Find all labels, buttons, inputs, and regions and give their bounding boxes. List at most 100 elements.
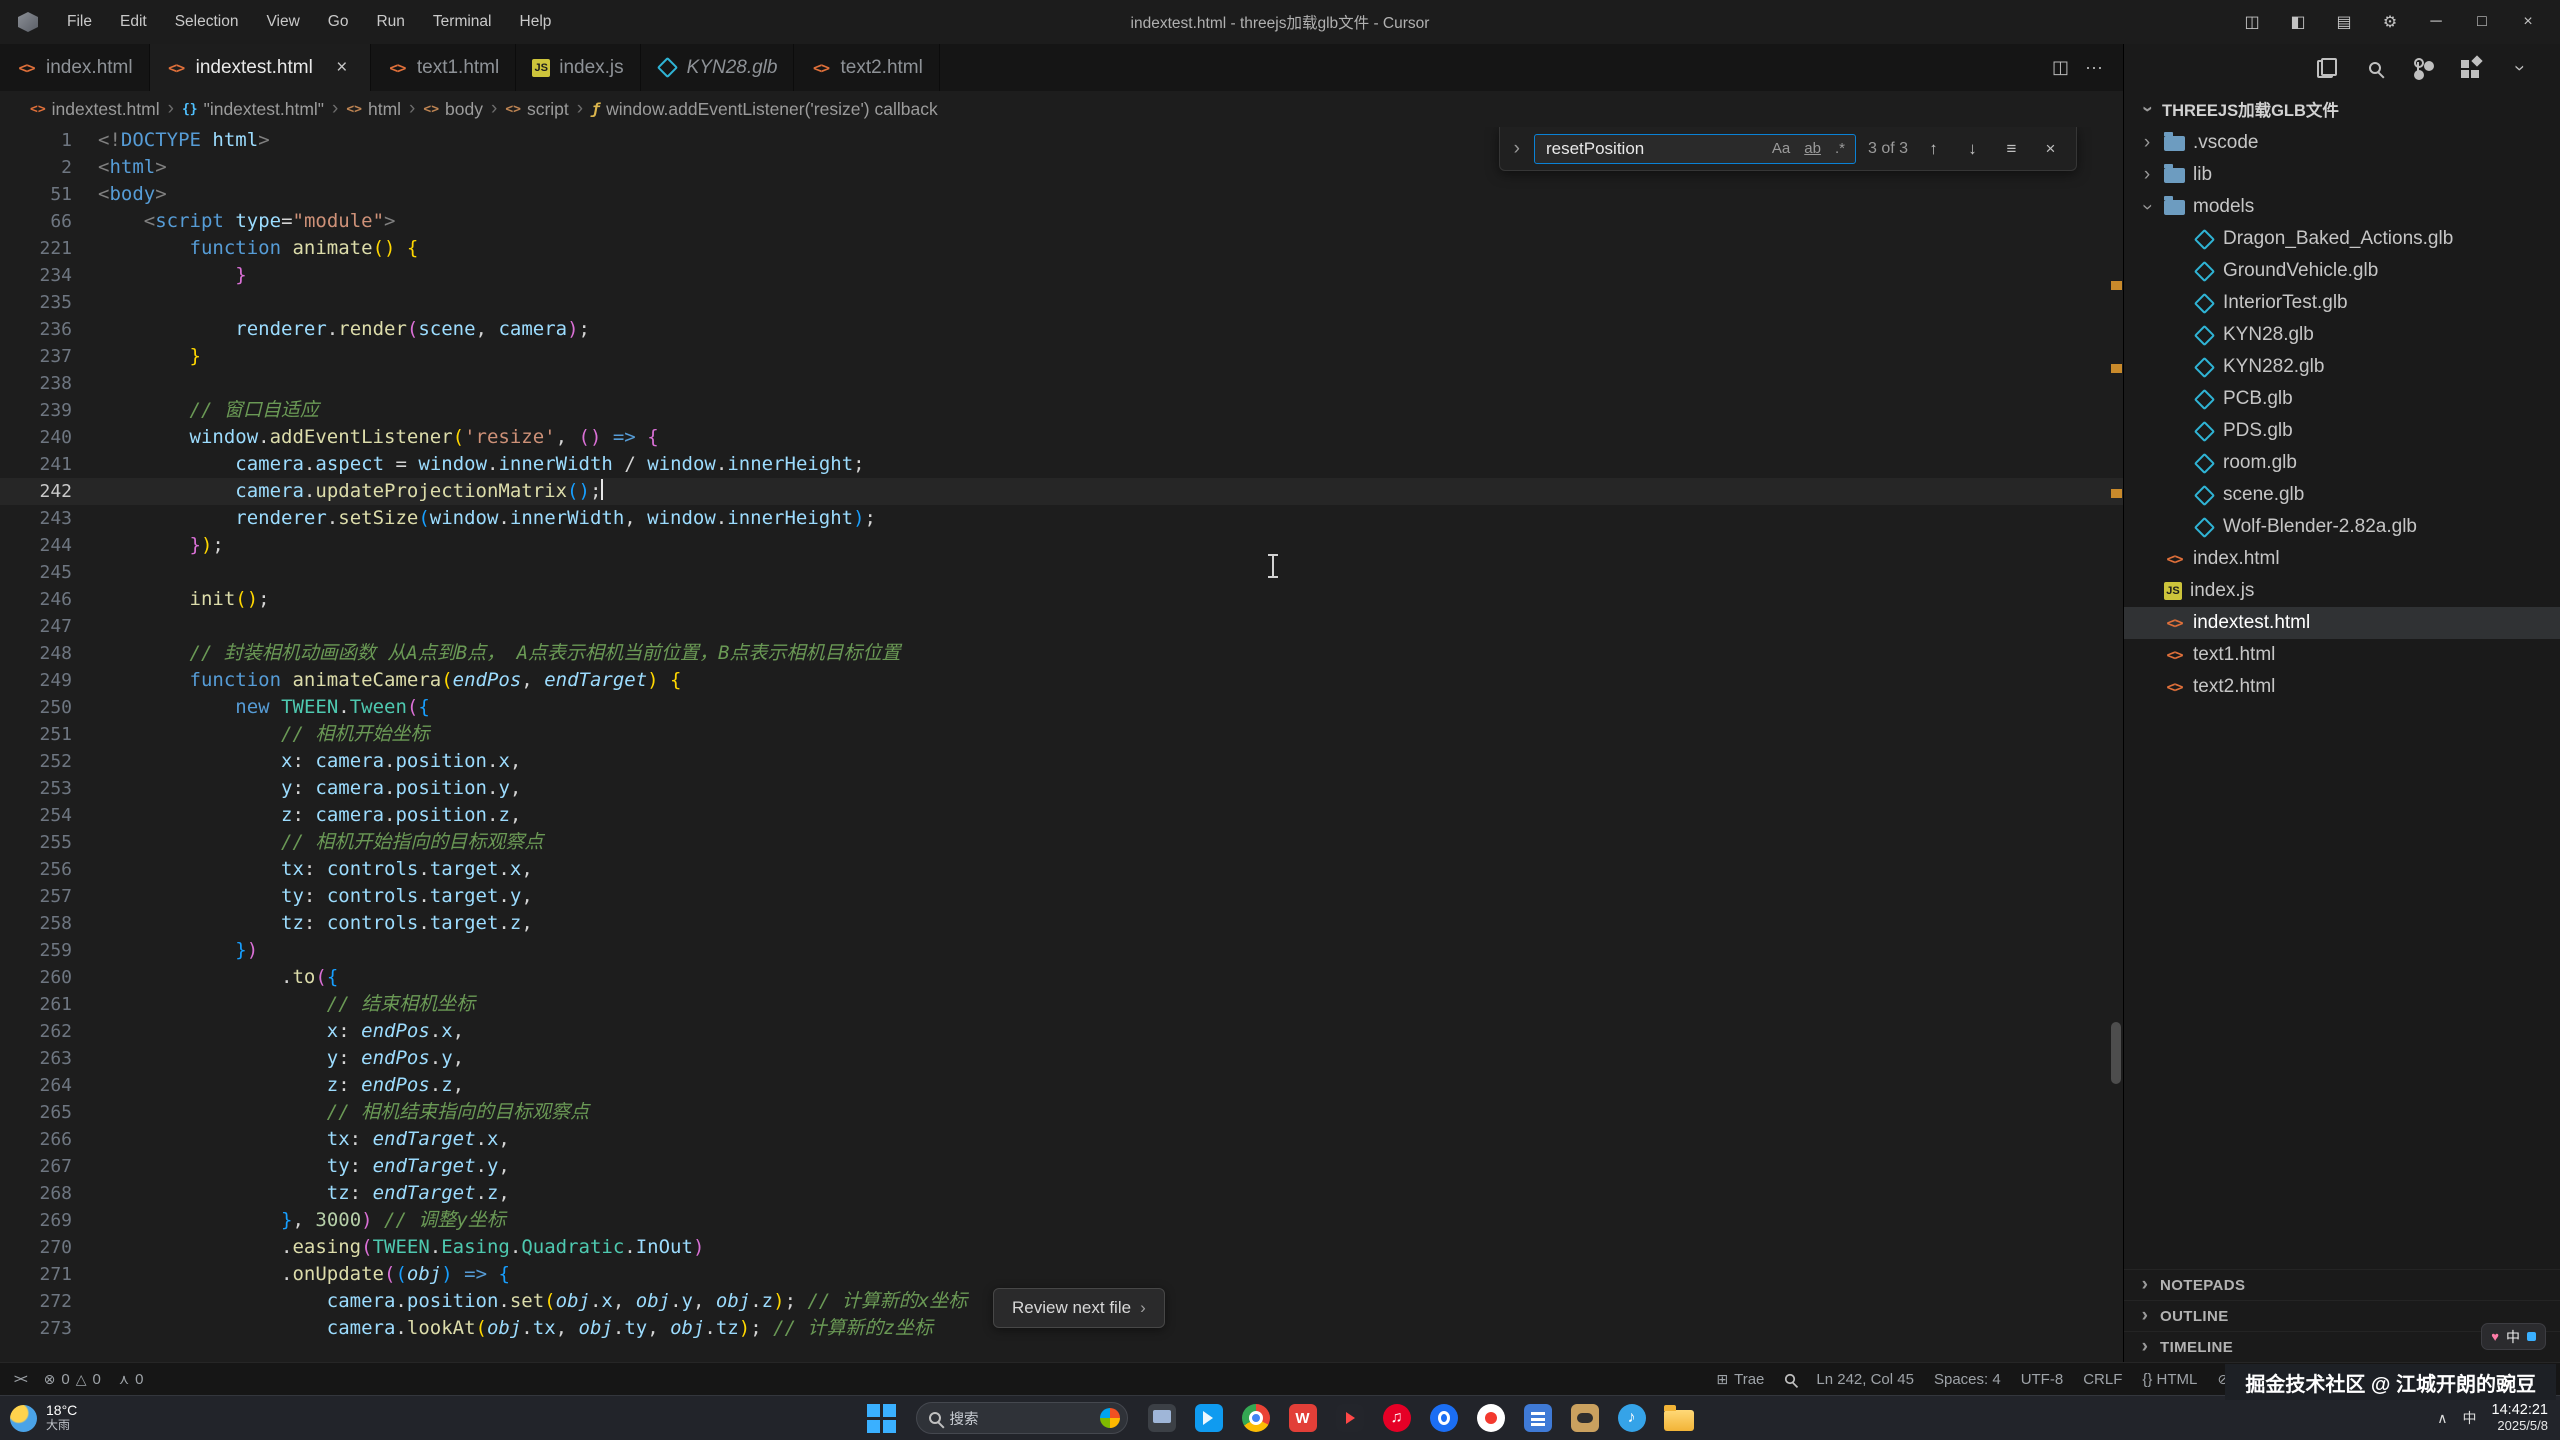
scrollbar-thumb[interactable]	[2111, 1022, 2121, 1084]
minimize-button[interactable]: ─	[2414, 5, 2458, 39]
line-number[interactable]: 270	[0, 1234, 72, 1261]
code-line-247[interactable]: 247	[0, 613, 2123, 640]
regex-icon[interactable]: .*	[1832, 139, 1848, 158]
line-number[interactable]: 264	[0, 1072, 72, 1099]
code-line-261[interactable]: 261 // 结束相机坐标	[0, 991, 2123, 1018]
code-line-242[interactable]: 242 camera.updateProjectionMatrix();	[0, 478, 2123, 505]
menu-go[interactable]: Go	[315, 8, 362, 36]
line-number[interactable]: 66	[0, 208, 72, 235]
code-line-266[interactable]: 266 tx: endTarget.x,	[0, 1126, 2123, 1153]
line-number[interactable]: 253	[0, 775, 72, 802]
code-line-267[interactable]: 267 ty: endTarget.y,	[0, 1153, 2123, 1180]
ports-button[interactable]: ⋏ 0	[119, 1371, 144, 1388]
line-number[interactable]: 237	[0, 343, 72, 370]
menu-terminal[interactable]: Terminal	[420, 8, 505, 36]
menu-view[interactable]: View	[253, 8, 312, 36]
code-line-259[interactable]: 259 })	[0, 937, 2123, 964]
breadcrumb-item[interactable]: <>indextest.html	[30, 99, 160, 120]
tab-text2.html[interactable]: <>text2.html	[794, 44, 939, 91]
line-number[interactable]: 251	[0, 721, 72, 748]
line-number[interactable]: 260	[0, 964, 72, 991]
code-line-258[interactable]: 258 tz: controls.target.z,	[0, 910, 2123, 937]
close-button[interactable]: ×	[2506, 5, 2550, 39]
line-number[interactable]: 248	[0, 640, 72, 667]
ime-toolbar[interactable]: ♥ 中	[2481, 1323, 2546, 1350]
tree-item-KYN28.glb[interactable]: KYN28.glb	[2124, 319, 2560, 351]
breadcrumb-item[interactable]: ƒwindow.addEventListener('resize') callb…	[591, 99, 938, 120]
line-number[interactable]: 234	[0, 262, 72, 289]
tab-index.html[interactable]: <>index.html	[0, 44, 150, 91]
previous-match-icon[interactable]: ↑	[1920, 135, 1947, 162]
find-in-selection-icon[interactable]: ≡	[1998, 135, 2025, 162]
code-line-241[interactable]: 241 camera.aspect = window.innerWidth / …	[0, 451, 2123, 478]
tree-item-scene.glb[interactable]: scene.glb	[2124, 479, 2560, 511]
ime-indicator[interactable]: 中	[2463, 1408, 2477, 1428]
code-line-240[interactable]: 240 window.addEventListener('resize', ()…	[0, 424, 2123, 451]
tab-index.js[interactable]: JSindex.js	[516, 44, 640, 91]
code-line-260[interactable]: 260 .to({	[0, 964, 2123, 991]
line-number[interactable]: 243	[0, 505, 72, 532]
search-icon[interactable]	[2362, 55, 2388, 81]
line-number[interactable]: 249	[0, 667, 72, 694]
maximize-button[interactable]: □	[2460, 5, 2504, 39]
code-line-254[interactable]: 254 z: camera.position.z,	[0, 802, 2123, 829]
tree-item-text2.html[interactable]: <>text2.html	[2124, 671, 2560, 703]
taskbar-app-music-player[interactable]: ♪	[1611, 1398, 1653, 1438]
code-line-51[interactable]: 51<body>	[0, 181, 2123, 208]
code-line-245[interactable]: 245	[0, 559, 2123, 586]
line-number[interactable]: 238	[0, 370, 72, 397]
code-line-262[interactable]: 262 x: endPos.x,	[0, 1018, 2123, 1045]
start-button[interactable]	[861, 1398, 903, 1438]
source-control-icon[interactable]	[2410, 55, 2436, 81]
line-number[interactable]: 241	[0, 451, 72, 478]
menu-edit[interactable]: Edit	[107, 8, 160, 36]
code-line-221[interactable]: 221 function animate() {	[0, 235, 2123, 262]
line-number[interactable]: 239	[0, 397, 72, 424]
code-line-234[interactable]: 234 }	[0, 262, 2123, 289]
find-expand-chevron-icon[interactable]: ›	[1512, 138, 1522, 160]
layout-sidebar-icon[interactable]: ◧	[2276, 5, 2320, 39]
problems-button[interactable]: ⊗ 0 △ 0	[44, 1371, 101, 1388]
code-line-270[interactable]: 270 .easing(TWEEN.Easing.Quadratic.InOut…	[0, 1234, 2123, 1261]
code-line-269[interactable]: 269 }, 3000) // 调整y坐标	[0, 1207, 2123, 1234]
close-icon[interactable]: ×	[330, 56, 354, 80]
breadcrumb-item[interactable]: <>script	[505, 99, 568, 120]
remote-button[interactable]: ><	[14, 1372, 26, 1387]
taskbar-app-docs[interactable]	[1517, 1398, 1559, 1438]
tree-item-text1.html[interactable]: <>text1.html	[2124, 639, 2560, 671]
tree-item-index.html[interactable]: <>index.html	[2124, 543, 2560, 575]
line-number[interactable]: 259	[0, 937, 72, 964]
pages-icon[interactable]	[2314, 55, 2340, 81]
menu-file[interactable]: File	[54, 8, 105, 36]
chevron-down-icon[interactable]: ›	[2506, 55, 2532, 81]
code-line-246[interactable]: 246 init();	[0, 586, 2123, 613]
line-number[interactable]: 272	[0, 1288, 72, 1315]
tree-item-InteriorTest.glb[interactable]: InteriorTest.glb	[2124, 287, 2560, 319]
tree-item-indextest.html[interactable]: <>indextest.html	[2124, 607, 2560, 639]
extensions-icon[interactable]	[2458, 55, 2484, 81]
taskbar-app-netease-music[interactable]: ♫	[1376, 1398, 1418, 1438]
line-number[interactable]: 1	[0, 127, 72, 154]
language-mode-status[interactable]: {} HTML	[2142, 1371, 2197, 1388]
code-line-235[interactable]: 235	[0, 289, 2123, 316]
review-next-file-button[interactable]: Review next file ›	[993, 1288, 1165, 1328]
tree-item-.vscode[interactable]: ›.vscode	[2124, 127, 2560, 159]
eol-status[interactable]: CRLF	[2083, 1371, 2122, 1388]
line-number[interactable]: 258	[0, 910, 72, 937]
settings-icon[interactable]: ⚙	[2368, 5, 2412, 39]
find-input[interactable]: resetPosition Aa ab .*	[1534, 134, 1856, 164]
line-number[interactable]: 242	[0, 478, 72, 505]
indentation-status[interactable]: Spaces: 4	[1934, 1371, 2001, 1388]
code-line-264[interactable]: 264 z: endPos.z,	[0, 1072, 2123, 1099]
encoding-status[interactable]: UTF-8	[2021, 1371, 2064, 1388]
tree-item-Wolf-Blender-2.82a.glb[interactable]: Wolf-Blender-2.82a.glb	[2124, 511, 2560, 543]
line-number[interactable]: 247	[0, 613, 72, 640]
code-line-268[interactable]: 268 tz: endTarget.z,	[0, 1180, 2123, 1207]
taskbar-app-game-center[interactable]	[1564, 1398, 1606, 1438]
line-number[interactable]: 236	[0, 316, 72, 343]
line-number[interactable]: 271	[0, 1261, 72, 1288]
line-number[interactable]: 273	[0, 1315, 72, 1342]
line-number[interactable]: 252	[0, 748, 72, 775]
tree-item-KYN282.glb[interactable]: KYN282.glb	[2124, 351, 2560, 383]
code-line-253[interactable]: 253 y: camera.position.y,	[0, 775, 2123, 802]
